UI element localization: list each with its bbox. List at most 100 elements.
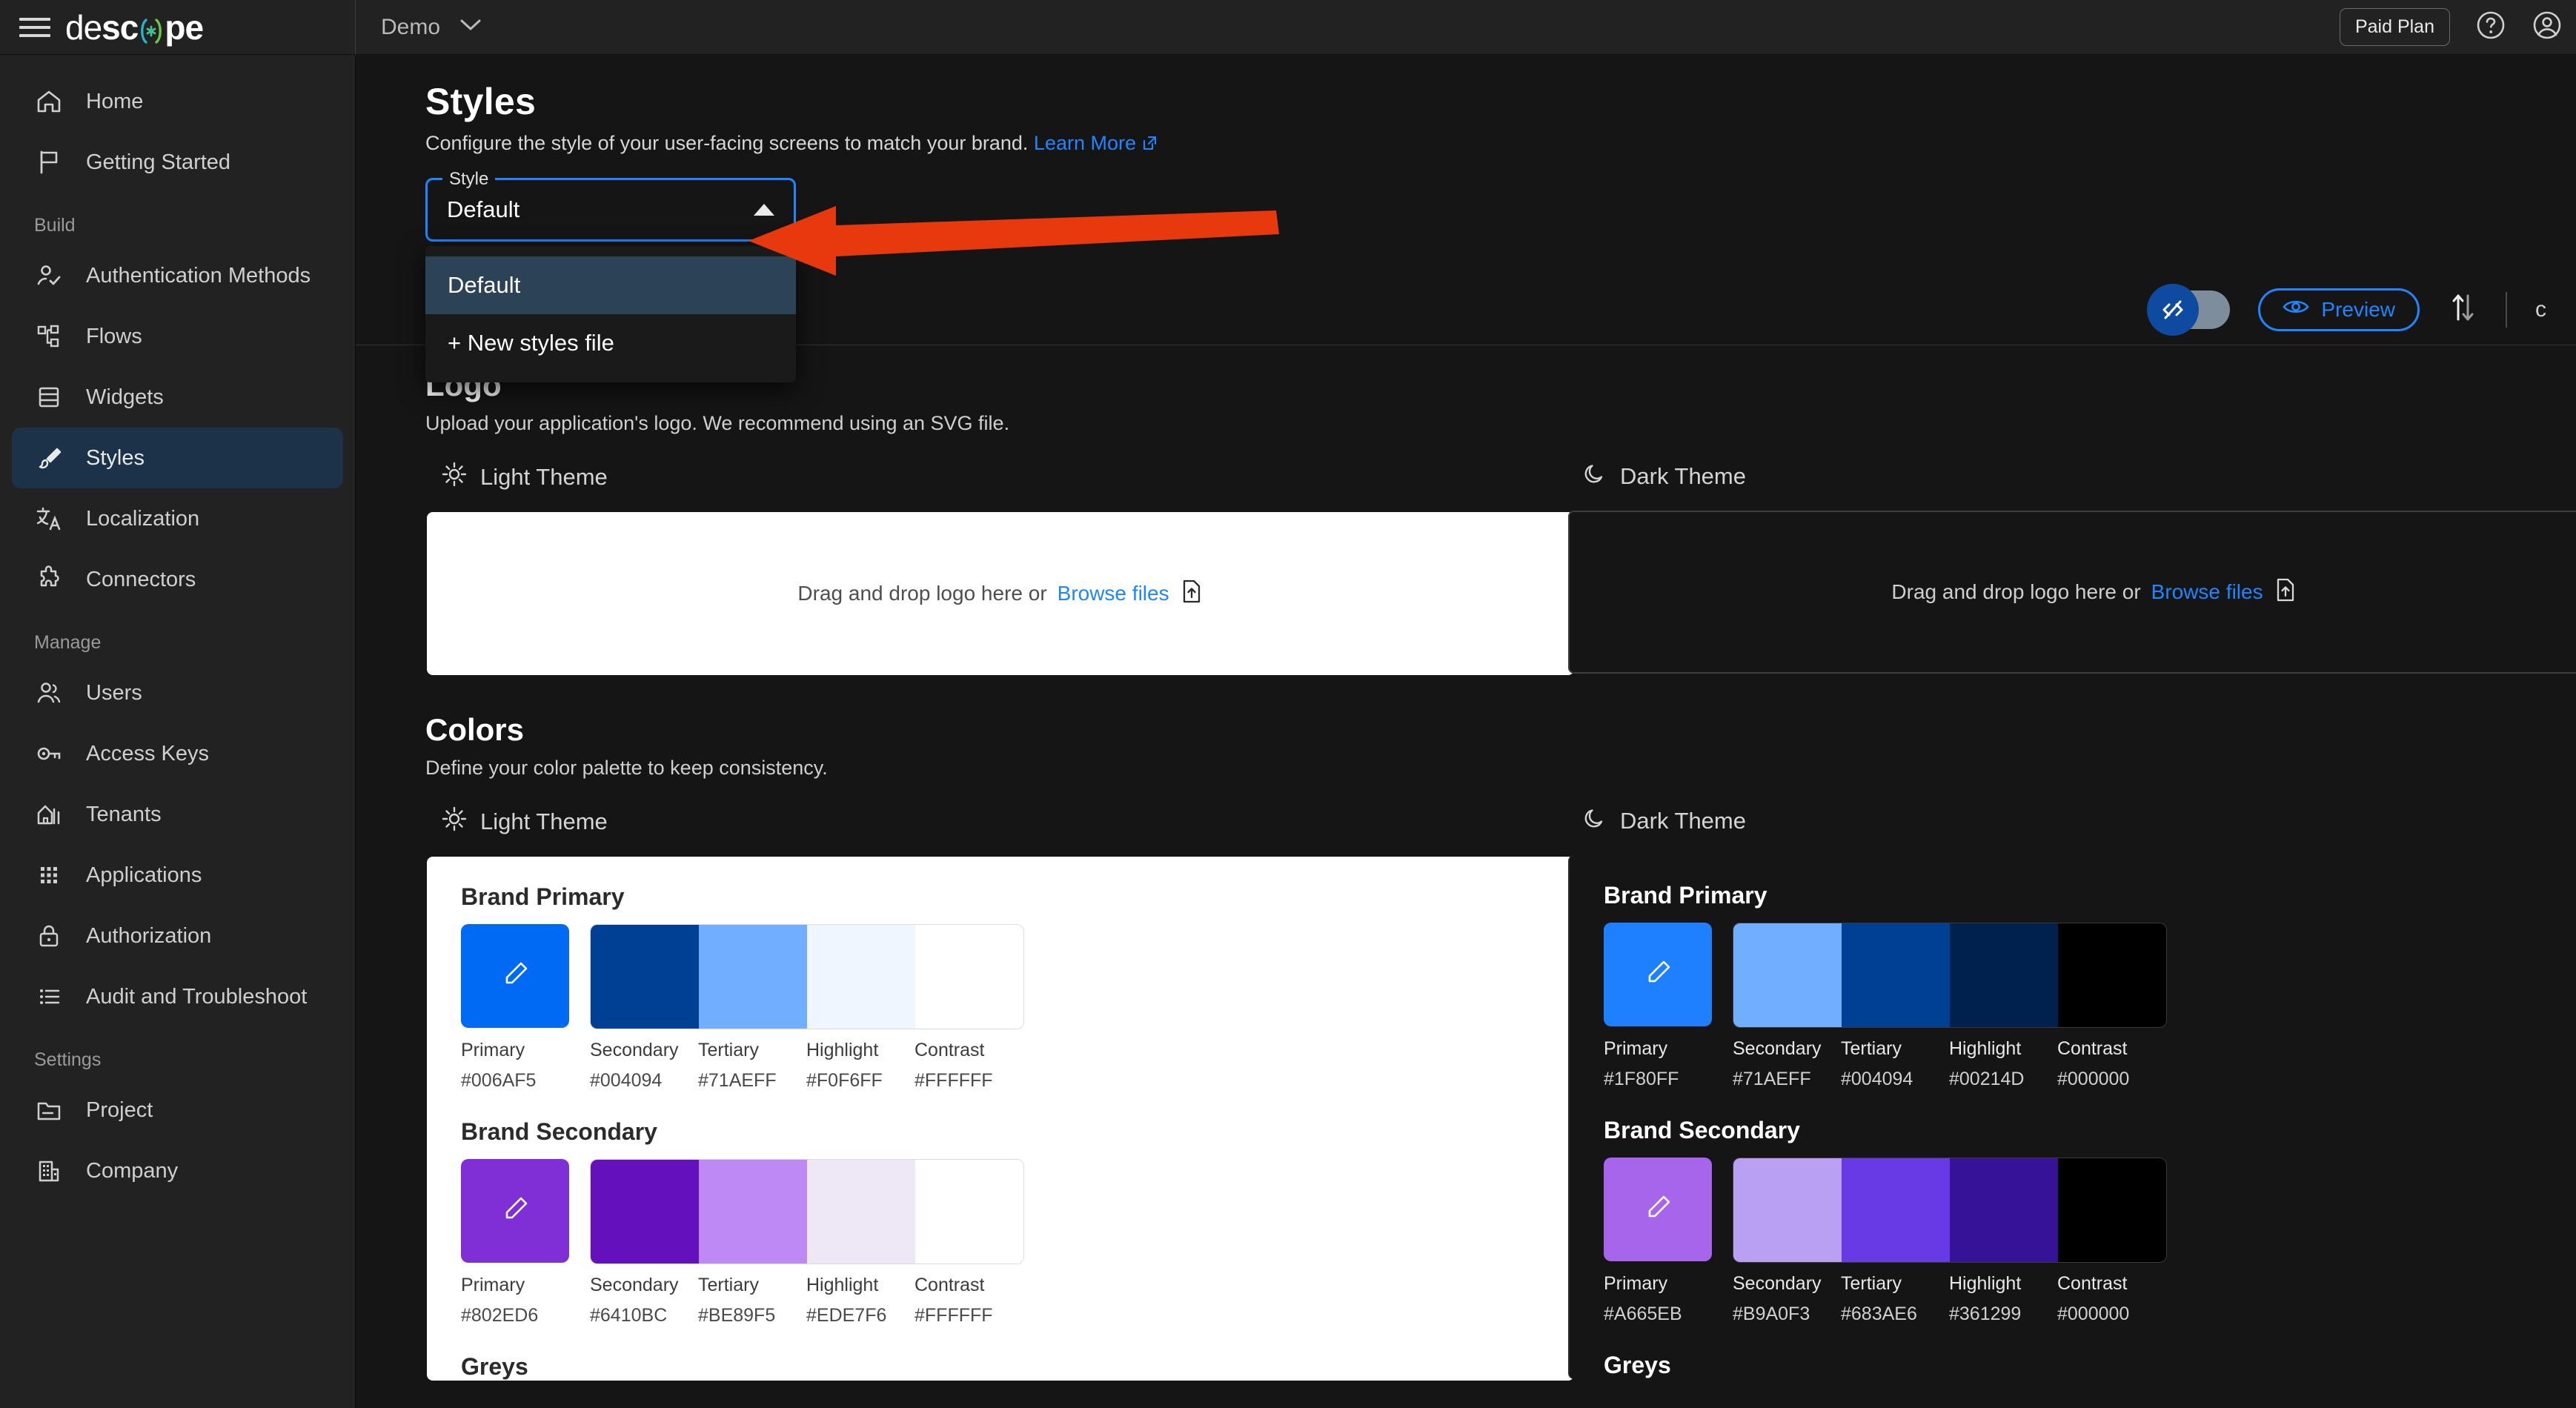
logo-dark-dropzone[interactable]: Drag and drop logo here or Browse files [1568, 511, 2576, 674]
project-switcher[interactable]: Demo [356, 0, 507, 55]
lock-icon [34, 921, 64, 951]
swatch-contrast[interactable] [915, 1160, 1023, 1263]
sun-icon [442, 806, 467, 837]
sidebar-item-authentication-methods[interactable]: Authentication Methods [12, 245, 343, 306]
swatch-tertiary[interactable] [1842, 1158, 1950, 1262]
sidebar-item-connectors[interactable]: Connectors [12, 549, 343, 610]
swatch-strip[interactable] [590, 1159, 1024, 1264]
pencil-icon [499, 1193, 531, 1229]
swatch-highlight[interactable] [1950, 923, 2058, 1027]
swatch-label-name: Tertiary [1841, 1273, 1902, 1294]
swatch-secondary[interactable] [591, 1160, 699, 1263]
sidebar-group-build: Build [34, 215, 76, 236]
sidebar-item-label: Users [86, 680, 142, 705]
swatch-secondary[interactable] [1733, 923, 1842, 1027]
swatch-label-name: Primary [461, 1275, 525, 1295]
logo-text-part1: de [65, 7, 102, 47]
swatch-primary-editable[interactable] [1604, 923, 1712, 1026]
descope-logo[interactable]: de sc pe [65, 7, 204, 47]
sidebar-item-label: Home [86, 89, 144, 113]
swatch-label-name: Secondary [590, 1040, 679, 1060]
swatch-label-name: Secondary [1733, 1038, 1822, 1059]
swatch-tertiary[interactable] [699, 925, 807, 1029]
pencil-icon [1641, 957, 1674, 993]
style-select[interactable]: Style Default [425, 169, 796, 242]
swatch-hex: #EDE7F6 [806, 1305, 887, 1326]
swatch-label-name: Contrast [2057, 1038, 2128, 1059]
theme-label-text: Dark Theme [1620, 808, 1746, 834]
swatch-label: Highlight #361299 [1949, 1273, 2057, 1325]
logo-theme-row: Light Theme Drag and drop logo here or B… [425, 462, 2576, 675]
sidebar-item-tenants[interactable]: Tenants [12, 784, 343, 845]
swatch-hex: #71AEFF [698, 1070, 777, 1091]
swatch-tertiary[interactable] [1842, 923, 1950, 1027]
dropdown-option-default[interactable]: Default [425, 256, 796, 314]
styles-body: Logo Upload your application's logo. We … [356, 368, 2576, 1408]
sidebar-item-users[interactable]: Users [12, 663, 343, 723]
swatch-highlight[interactable] [1950, 1158, 2058, 1262]
browse-files-link-light[interactable]: Browse files [1058, 582, 1169, 605]
overflow-icon[interactable]: c [2535, 297, 2546, 322]
dropdown-option-new-styles-file[interactable]: + New styles file [425, 314, 796, 372]
swatch-strip[interactable] [590, 924, 1024, 1029]
logo-dark-theme-label: Dark Theme [1567, 462, 2576, 491]
learn-more-link[interactable]: Learn More [1034, 132, 1136, 154]
sort-arrows-icon[interactable] [2448, 291, 2477, 328]
sidebar-item-home[interactable]: Home [12, 71, 343, 132]
swatch-strip[interactable] [1733, 923, 2167, 1028]
palette-title: Brand Secondary [1604, 1117, 1800, 1143]
sidebar-item-access-keys[interactable]: Access Keys [12, 723, 343, 784]
widgets-icon [34, 382, 64, 412]
help-circle-icon[interactable] [2475, 10, 2506, 44]
browse-files-link-dark[interactable]: Browse files [2151, 580, 2263, 604]
hamburger-icon[interactable] [19, 17, 50, 37]
upload-file-icon[interactable] [2274, 577, 2297, 608]
swatch-highlight[interactable] [807, 925, 915, 1029]
sidebar-item-company[interactable]: Company [12, 1140, 343, 1201]
sidebar-item-authorization[interactable]: Authorization [12, 906, 343, 966]
sidebar-item-project[interactable]: Project [12, 1080, 343, 1140]
swatch-secondary[interactable] [1733, 1158, 1842, 1262]
sidebar-item-widgets[interactable]: Widgets [12, 367, 343, 428]
paid-plan-button[interactable]: Paid Plan [2339, 8, 2450, 46]
swatch-contrast[interactable] [2058, 1158, 2166, 1262]
caret-up-icon[interactable] [754, 204, 774, 216]
swatch-label-name: Highlight [806, 1040, 879, 1060]
theme-label-text: Dark Theme [1620, 463, 1746, 489]
swatch-primary-editable[interactable] [461, 1159, 569, 1263]
swatch-strip[interactable] [1733, 1158, 2167, 1263]
preview-button-label: Preview [2321, 297, 2395, 321]
sidebar-item-audit-and-troubleshoot[interactable]: Audit and Troubleshoot [12, 966, 343, 1027]
swatch-highlight[interactable] [807, 1160, 915, 1263]
swatch-label: Tertiary #683AE6 [1841, 1273, 1949, 1325]
sidebar-item-label: Tenants [86, 802, 162, 826]
sidebar-item-getting-started[interactable]: Getting Started [12, 132, 343, 193]
home-icon [34, 87, 64, 116]
swatch-label: Secondary #004094 [590, 1040, 698, 1092]
sidebar-item-localization[interactable]: Localization [12, 488, 343, 549]
swatch-label-name: Tertiary [1841, 1038, 1902, 1059]
account-circle-icon[interactable] [2532, 10, 2563, 44]
swatch-primary-editable[interactable] [1604, 1158, 1712, 1261]
external-link-icon[interactable] [1141, 134, 1158, 157]
swatch-contrast[interactable] [915, 925, 1023, 1029]
logo-light-dropzone[interactable]: Drag and drop logo here or Browse files [427, 512, 1574, 675]
code-view-toggle[interactable] [2147, 283, 2231, 336]
swatch-label: Highlight #00214D [1949, 1038, 2057, 1090]
palette-title: Brand Secondary [461, 1118, 657, 1145]
swatch-hex: #BE89F5 [698, 1305, 776, 1326]
company-icon [34, 1156, 64, 1186]
sidebar-item-applications[interactable]: Applications [12, 845, 343, 906]
swatch-secondary[interactable] [591, 925, 699, 1029]
preview-button[interactable]: Preview [2258, 288, 2420, 331]
sidebar-item-label: Project [86, 1097, 153, 1122]
swatch-primary-editable[interactable] [461, 924, 569, 1028]
swatch-contrast[interactable] [2058, 923, 2166, 1027]
sidebar-item-styles[interactable]: Styles [12, 428, 343, 488]
swatch-tertiary[interactable] [699, 1160, 807, 1263]
sidebar-item-flows[interactable]: Flows [12, 306, 343, 367]
greys-title: Greys [1604, 1352, 1671, 1378]
page-title: Styles [425, 81, 537, 122]
toolbar-actions: Preview c [2147, 283, 2546, 336]
upload-file-icon[interactable] [1180, 579, 1204, 609]
